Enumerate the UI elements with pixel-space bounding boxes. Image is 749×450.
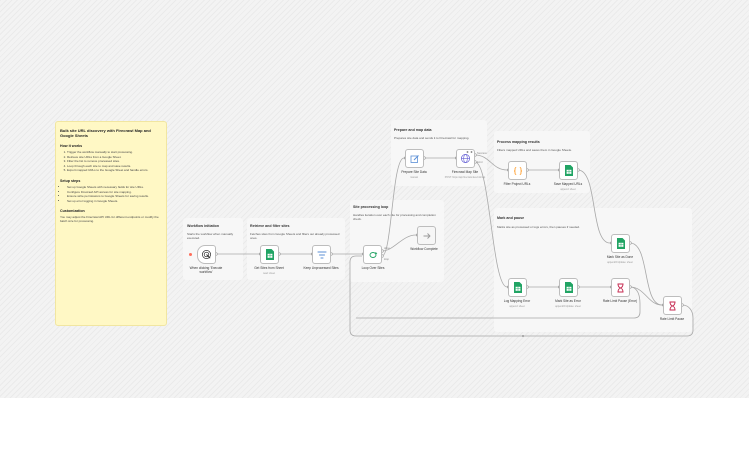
node-mark-site-done[interactable] (611, 234, 630, 253)
node-sublabel: manual (410, 176, 418, 179)
node-sublabel: read: sheet (263, 272, 275, 275)
edge-label-error: Error (477, 160, 483, 164)
node-rate-limit-pause-error[interactable] (611, 278, 630, 297)
google-sheets-icon (616, 238, 625, 249)
node-status-icons (466, 151, 473, 153)
edit-pen-icon (410, 154, 420, 164)
edge-label-loop: loop (384, 257, 389, 261)
edge-label-done: done (384, 246, 390, 250)
filter-icon (316, 250, 327, 260)
node-label: Log Mapping Error (503, 299, 531, 303)
node-label: Mark Site as Done (606, 255, 634, 259)
loop-icon (368, 250, 378, 260)
node-label: Filter Project URLs (503, 182, 531, 186)
node-filter-project-urls[interactable] (508, 161, 527, 180)
node-sublabel: appendOrUpdate: sheet (555, 305, 581, 308)
lightning-bolt-icon (189, 253, 192, 256)
google-sheets-icon (513, 282, 522, 293)
node-label: Rate Limit Pause (Error) (602, 299, 638, 303)
node-label: Workflow Complete (410, 247, 438, 251)
globe-icon (460, 153, 471, 164)
node-sublabel: POST: https://api.firecrawl.dev/v1/map (444, 176, 486, 179)
hourglass-icon (616, 283, 625, 293)
hourglass-icon (668, 301, 677, 311)
node-manual-trigger[interactable] (197, 245, 216, 264)
node-loop-over-sites[interactable] (363, 245, 382, 264)
edge-arrows (259, 156, 665, 307)
node-label: Mark Site as Error (555, 299, 581, 303)
workflow-canvas[interactable]: Bulk site URL discovery with Firecrawl M… (0, 0, 749, 398)
node-label: When clicking 'Execute workflow' (189, 266, 223, 274)
node-label: Save Mapped URLs (553, 182, 583, 186)
node-mark-site-error[interactable] (559, 278, 578, 297)
node-keep-unprocessed[interactable] (312, 245, 331, 264)
google-sheets-icon (564, 165, 573, 176)
node-sublabel: append: sheet (560, 188, 576, 191)
node-sublabel: appendOrUpdate: sheet (607, 261, 633, 264)
node-label: Rate Limit Pause (659, 317, 685, 321)
connections-layer: done loop Success Error (214, 151, 694, 337)
node-label: Keep Unprocessed Sites (303, 266, 339, 270)
node-label: Get Sites from Sheet (254, 266, 284, 270)
node-save-mapped-urls[interactable] (559, 161, 578, 180)
node-workflow-complete[interactable] (417, 226, 436, 245)
edge-firecrawl-logerror (474, 161, 508, 288)
node-sublabel: append: sheet (509, 305, 525, 308)
node-get-sites[interactable] (260, 245, 279, 264)
node-log-mapping-error[interactable] (508, 278, 527, 297)
node-label: Prepare Site Data (401, 170, 427, 174)
edge-save-markdone (577, 169, 611, 244)
edge-midpoint-dot (522, 335, 524, 337)
code-braces-icon (513, 166, 523, 176)
node-prepare-site-data[interactable] (405, 149, 424, 168)
node-rate-limit-pause[interactable] (663, 296, 682, 315)
google-sheets-icon (265, 249, 274, 260)
google-sheets-icon (564, 282, 573, 293)
pointer-click-icon (201, 249, 212, 260)
edge-label-success: Success (477, 151, 488, 155)
no-op-arrow-icon (422, 231, 432, 241)
node-label: Loop Over Sites (361, 266, 385, 270)
node-label: Firecrawl Map Site (451, 170, 479, 174)
